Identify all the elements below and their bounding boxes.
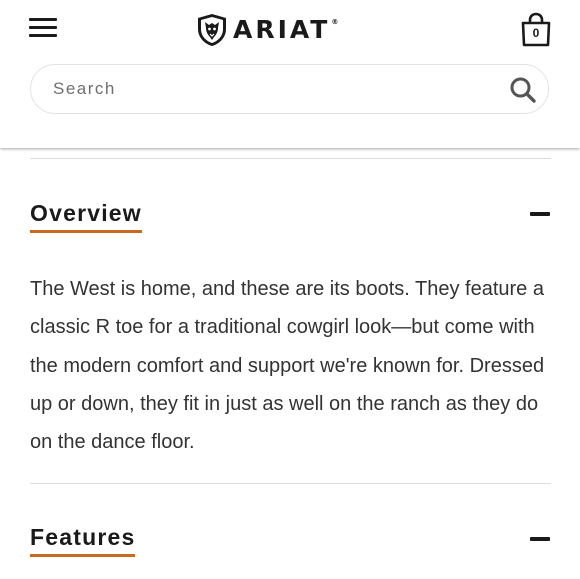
registered-mark: ® [331,18,339,26]
menu-bar-bottom [29,34,57,37]
site-header: ARIAT® 0 [0,0,580,148]
overview-collapse-icon[interactable] [530,208,550,220]
search-icon[interactable] [509,76,537,104]
features-heading[interactable]: Features [30,523,136,557]
brand-wordmark: ARIAT® [233,15,339,44]
horse-shield-icon [198,14,226,46]
search-input[interactable] [53,77,493,101]
cart-button[interactable]: 0 [519,12,553,48]
menu-bar-top [29,18,57,21]
product-page: ARIAT® 0 Overview The West is home, and … [0,0,580,579]
cart-count: 0 [532,26,540,40]
minus-icon [530,537,550,541]
menu-icon[interactable] [29,16,59,40]
features-collapse-icon[interactable] [530,533,550,545]
menu-bar-middle [29,26,57,29]
overview-description: The West is home, and these are its boot… [30,278,545,454]
overview-heading[interactable]: Overview [30,199,142,233]
brand-logo[interactable]: ARIAT® [195,12,338,48]
minus-icon [530,212,550,216]
section-divider [30,158,551,159]
section-divider [30,483,551,484]
search-bar [30,64,549,114]
